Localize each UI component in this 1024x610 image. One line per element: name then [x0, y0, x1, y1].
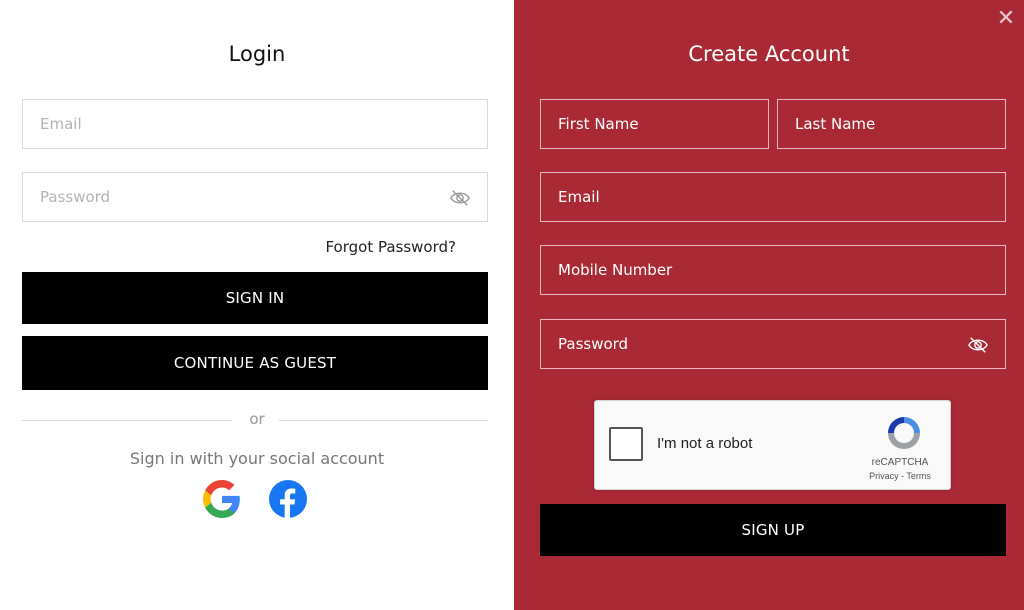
mobile-number-input[interactable]	[541, 246, 1005, 294]
recaptcha-brand: reCAPTCHA	[871, 457, 929, 468]
recaptcha-widget: I'm not a robot reCAPTCHA Privacy - Term…	[594, 400, 951, 490]
first-name-field[interactable]	[540, 99, 769, 149]
mobile-number-field[interactable]	[540, 245, 1006, 295]
eye-off-icon[interactable]	[449, 188, 471, 208]
close-icon[interactable]: ✕	[996, 8, 1016, 30]
login-email-field[interactable]	[22, 99, 488, 149]
google-icon[interactable]	[203, 480, 241, 518]
register-password-field[interactable]	[540, 319, 1006, 369]
sign-in-button[interactable]: SIGN IN	[22, 272, 488, 324]
or-label: or	[249, 410, 265, 428]
register-panel: ✕ Create Account SIGN UP	[514, 0, 1024, 610]
eye-off-icon[interactable]	[967, 335, 989, 355]
register-email-input[interactable]	[541, 173, 1005, 221]
facebook-icon[interactable]	[269, 480, 307, 518]
last-name-input[interactable]	[778, 100, 1005, 148]
first-name-input[interactable]	[541, 100, 768, 148]
login-panel: Login Forgot Password? SIGN IN CONTINUE …	[0, 0, 514, 610]
login-email-input[interactable]	[23, 100, 487, 148]
recaptcha-label: I'm not a robot	[657, 435, 753, 452]
register-password-input[interactable]	[541, 320, 1005, 368]
recaptcha-links[interactable]: Privacy - Terms	[864, 471, 936, 481]
continue-as-guest-button[interactable]: CONTINUE AS GUEST	[22, 336, 488, 390]
login-password-input[interactable]	[23, 173, 487, 221]
social-signin-text: Sign in with your social account	[129, 449, 385, 468]
last-name-field[interactable]	[777, 99, 1006, 149]
register-title: Create Account	[688, 42, 850, 66]
register-email-field[interactable]	[540, 172, 1006, 222]
login-password-field[interactable]	[22, 172, 488, 222]
divider-right	[279, 420, 488, 421]
recaptcha-checkbox[interactable]	[609, 427, 643, 461]
recaptcha-logo-icon	[888, 417, 920, 449]
forgot-password-link[interactable]: Forgot Password?	[325, 238, 456, 256]
sign-up-button[interactable]: SIGN UP	[540, 504, 1006, 556]
login-title: Login	[228, 42, 286, 66]
